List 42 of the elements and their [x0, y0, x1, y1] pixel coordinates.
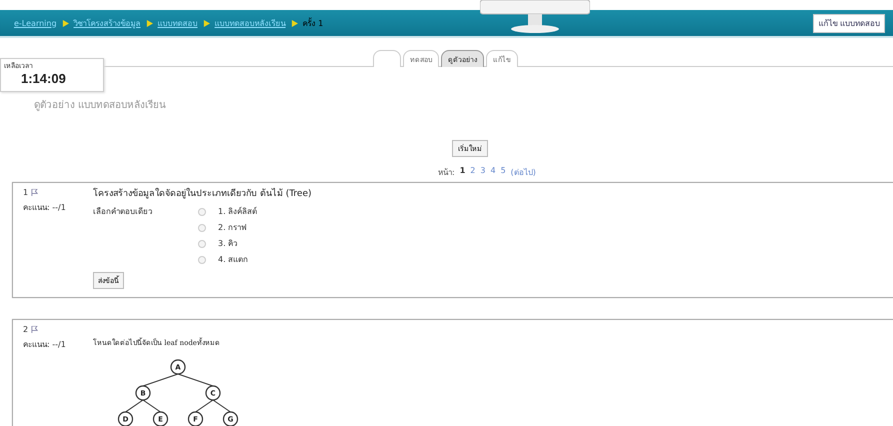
question-number: 2 [23, 325, 28, 334]
tab[interactable] [373, 50, 401, 67]
option-label: 1. ลิงค์ลิสต์ [218, 206, 258, 218]
tree-edge [142, 400, 161, 412]
question-score: คะแนน: --/1 [23, 202, 67, 214]
flag-icon[interactable] [31, 326, 38, 333]
page-link[interactable]: 2 [470, 166, 476, 179]
option-label: 2. กราฟ [218, 222, 248, 234]
page-link[interactable]: 5 [500, 166, 506, 179]
edit-quiz-button[interactable]: แก้ไข แบบทดสอบ [813, 14, 885, 32]
radio-button[interactable] [198, 256, 206, 264]
tree-edge [125, 400, 144, 412]
arrow-icon [202, 20, 210, 26]
page-link[interactable]: 1 [460, 166, 466, 179]
radio-button[interactable] [198, 208, 206, 216]
arrow-icon [146, 20, 153, 26]
arrow-icon [62, 20, 69, 26]
question-score: คะแนน: --/1 [23, 339, 67, 351]
tree-edge [178, 374, 214, 386]
option-label: 3. คิว [218, 238, 238, 250]
tree-edge [212, 400, 231, 412]
question-number: 1 [23, 188, 28, 197]
page-link[interactable]: 3 [480, 166, 486, 179]
tree-edge [142, 374, 178, 386]
instruction-text: เลือกคำตอบเดียว [93, 206, 153, 218]
page-link[interactable]: 4 [490, 166, 496, 179]
breadcrumb-link[interactable]: e-Learning [14, 18, 57, 28]
breadcrumb-link[interactable]: แบบทดสอบ [158, 16, 198, 30]
timer-value: 1:14:09 [20, 71, 67, 86]
arrow-icon [290, 20, 298, 26]
radio-button[interactable] [198, 240, 206, 248]
radio-button[interactable] [198, 224, 206, 232]
next-link[interactable]: (ต่อไป) [510, 166, 536, 179]
option-label: 4. สแตก [218, 254, 250, 266]
breadcrumb-current: ครั้ง 1 [302, 16, 324, 30]
breadcrumb-link[interactable]: แบบทดสอบหลังเรียน [214, 16, 286, 30]
pager-label: หน้า: [438, 167, 455, 179]
tree-edge [195, 400, 214, 412]
flag-icon[interactable] [31, 189, 38, 196]
question-text: โครงสร้างข้อมูลใดจัดอยู่ในประเภทเดียวกับ ต้นไม้ (Tree) [93, 188, 312, 200]
page-title: ดูตัวอย่าง แบบทดสอบหลังเรียน [34, 98, 166, 112]
breadcrumb-link[interactable]: วิชาโครงสร้างข้อมูล [74, 16, 141, 30]
